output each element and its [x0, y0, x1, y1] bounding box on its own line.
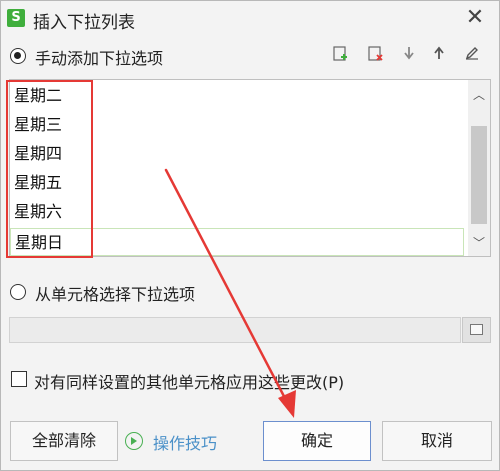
- delete-item-icon[interactable]: [366, 46, 386, 66]
- apply-all-label: 对有同样设置的其他单元格应用这些更改(P): [34, 373, 345, 392]
- title-bar: S 插入下拉列表 ✕: [1, 1, 499, 36]
- clear-all-button[interactable]: 全部清除: [10, 421, 118, 461]
- cancel-button[interactable]: 取消: [382, 421, 492, 461]
- edit-icon[interactable]: [462, 46, 482, 66]
- apply-all-checkbox[interactable]: [11, 371, 27, 387]
- dialog-title: 插入下拉列表: [33, 13, 135, 33]
- cell-range-input[interactable]: [9, 317, 461, 343]
- vertical-scrollbar[interactable]: ︿ ﹀: [468, 80, 490, 256]
- move-up-icon[interactable]: [429, 46, 449, 66]
- play-icon[interactable]: [125, 432, 143, 450]
- from-cells-option-radio[interactable]: [10, 284, 26, 300]
- move-down-icon[interactable]: [399, 46, 419, 66]
- scrollbar-thumb[interactable]: [471, 126, 487, 224]
- scroll-down-icon[interactable]: ﹀: [471, 234, 487, 252]
- range-select-icon[interactable]: [462, 317, 491, 343]
- dropdown-items-list[interactable]: 星期二 星期三 星期四 星期五 星期六 星期日 ︿ ﹀: [9, 79, 491, 257]
- list-item[interactable]: 星期三: [14, 111, 62, 139]
- manual-option-radio[interactable]: [10, 48, 26, 64]
- list-item-selected[interactable]: 星期日: [10, 228, 464, 256]
- list-item[interactable]: 星期六: [14, 198, 62, 226]
- add-item-icon[interactable]: [331, 46, 351, 66]
- close-icon[interactable]: ✕: [463, 6, 487, 30]
- tips-link[interactable]: 操作技巧: [153, 430, 217, 454]
- list-item[interactable]: 星期二: [14, 82, 62, 110]
- insert-dropdown-dialog: S 插入下拉列表 ✕ 手动添加下拉选项 星期二 星期三 星期四 星期五 星期六 …: [0, 0, 500, 471]
- list-item[interactable]: 星期五: [14, 169, 62, 197]
- manual-option-label: 手动添加下拉选项: [35, 49, 164, 68]
- scroll-up-icon[interactable]: ︿: [471, 86, 487, 104]
- list-item[interactable]: 星期四: [14, 140, 62, 168]
- wps-app-icon: S: [7, 9, 25, 27]
- from-cells-option-label: 从单元格选择下拉选项: [35, 285, 196, 304]
- ok-button[interactable]: 确定: [263, 421, 371, 461]
